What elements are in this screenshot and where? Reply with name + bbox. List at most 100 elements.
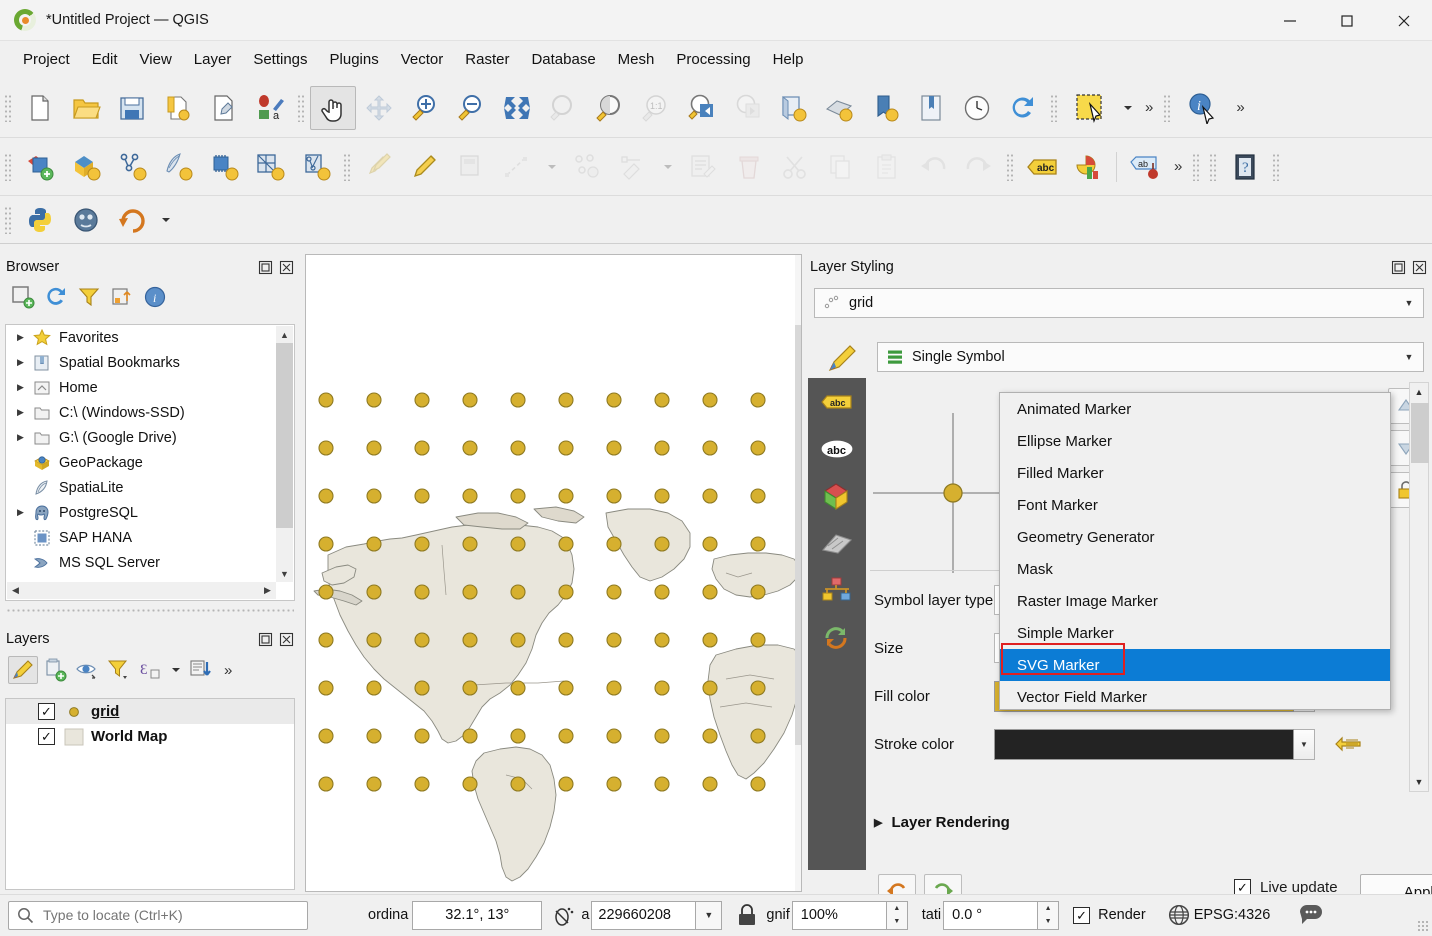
spin-up-icon[interactable]: ▲ (887, 902, 907, 916)
browser-item-home[interactable]: ▶ Home (6, 375, 294, 400)
browser-item-spatialite[interactable]: SpatiaLite (6, 475, 294, 500)
vertex-tool-dropdown-icon[interactable] (656, 145, 680, 189)
dropdown-item-filled-marker[interactable]: Filled Marker (1000, 457, 1390, 489)
browser-item-mssql[interactable]: MS SQL Server (6, 550, 294, 575)
menu-help[interactable]: Help (762, 47, 815, 72)
rotation-spinner[interactable]: ▲▼ (1038, 901, 1059, 930)
new-report-icon[interactable] (908, 86, 954, 130)
add-delimited-text-icon[interactable] (201, 145, 247, 189)
temporal-controller-icon[interactable] (954, 86, 1000, 130)
toolbar-grip[interactable] (1209, 153, 1218, 181)
menu-project[interactable]: Project (12, 47, 81, 72)
zoom-full-icon[interactable] (494, 86, 540, 130)
menu-raster[interactable]: Raster (454, 47, 520, 72)
chevron-down-icon[interactable]: ▼ (1395, 289, 1423, 317)
toggle-editing-icon[interactable] (402, 145, 448, 189)
renderer-combo[interactable]: Single Symbol ▼ (877, 342, 1424, 372)
toolbar-grip[interactable] (1272, 153, 1281, 181)
scale-dropdown-icon[interactable]: ▼ (696, 901, 722, 930)
zoom-in-icon[interactable] (402, 86, 448, 130)
map-canvas[interactable] (305, 254, 802, 892)
style-manager-icon[interactable]: a (247, 86, 293, 130)
cut-features-icon[interactable] (772, 145, 818, 189)
pin-labels-icon[interactable]: ab (1122, 145, 1168, 189)
refresh-icon[interactable] (41, 283, 71, 311)
symbol-layer-type-dropdown[interactable]: Animated Marker Ellipse Marker Filled Ma… (999, 392, 1391, 710)
expression-dropdown-icon[interactable] (168, 656, 184, 684)
save-project-as-icon[interactable] (155, 86, 201, 130)
layer-row-world-map[interactable]: ✓ World Map (6, 724, 294, 749)
paste-features-icon[interactable] (864, 145, 910, 189)
add-point-icon[interactable] (564, 145, 610, 189)
scroll-up-button[interactable]: ▲ (276, 326, 293, 343)
help-icon[interactable]: ? (1222, 145, 1268, 189)
styling-scrollbar[interactable]: ▲ ▼ (1409, 382, 1429, 792)
select-features-icon[interactable] (1063, 86, 1117, 130)
select-dropdown-icon[interactable] (1117, 86, 1139, 130)
float-icon[interactable] (257, 259, 274, 276)
scale-field[interactable]: 229660208 (591, 901, 696, 930)
styling-icon[interactable] (808, 566, 866, 613)
menu-view[interactable]: View (129, 47, 183, 72)
pan-to-selection-icon[interactable] (356, 86, 402, 130)
new-map-view-icon[interactable] (770, 86, 816, 130)
label-icon[interactable]: abc (1019, 145, 1065, 189)
toolbar-grip[interactable] (1050, 94, 1059, 122)
scroll-down-button[interactable]: ▼ (1410, 773, 1428, 791)
layers-toolbar-overflow-icon[interactable]: » (218, 662, 238, 679)
map-vertical-scrollbar[interactable] (795, 255, 801, 891)
python-console-icon[interactable] (17, 198, 63, 242)
delete-selected-icon[interactable] (726, 145, 772, 189)
magnifier-field[interactable]: 100% (792, 901, 887, 930)
open-project-icon[interactable] (63, 86, 109, 130)
save-project-icon[interactable] (109, 86, 155, 130)
zoom-native-icon[interactable]: 1:1 (632, 86, 678, 130)
dropdown-item-svg-marker[interactable]: SVG Marker (1000, 649, 1390, 681)
menu-edit[interactable]: Edit (81, 47, 129, 72)
add-mesh-layer-icon[interactable] (155, 145, 201, 189)
close-icon[interactable] (278, 631, 295, 648)
spin-up-icon[interactable]: ▲ (1038, 902, 1058, 916)
render-checkbox[interactable]: ✓ (1073, 907, 1090, 924)
labels-icon[interactable]: abc (808, 378, 866, 425)
stroke-color-dropdown-icon[interactable]: ▼ (1294, 729, 1315, 760)
float-icon[interactable] (1390, 259, 1407, 276)
toolbar-overflow2-icon[interactable]: » (1230, 99, 1250, 116)
spin-down-icon[interactable]: ▼ (887, 915, 907, 929)
browser-item-sap-hana[interactable]: SAP HANA (6, 525, 294, 550)
locator-search[interactable] (8, 901, 308, 930)
filter-legend-icon[interactable] (104, 656, 134, 684)
browser-horizontal-scrollbar[interactable]: ◀ ▶ (7, 582, 276, 599)
identify-features-icon[interactable]: i (1176, 86, 1230, 130)
layer-selector-combo[interactable]: grid ▼ (814, 288, 1424, 318)
undo-icon[interactable] (910, 145, 956, 189)
crs-label[interactable]: EPSG:4326 (1194, 907, 1271, 923)
menu-mesh[interactable]: Mesh (607, 47, 666, 72)
save-layer-edits-icon[interactable] (448, 145, 494, 189)
add-layer-icon[interactable] (8, 283, 38, 311)
new-3d-map-view-icon[interactable] (816, 86, 862, 130)
refresh-icon[interactable] (1000, 86, 1046, 130)
menu-vector[interactable]: Vector (390, 47, 455, 72)
browser-tree[interactable]: ▶ Favorites ▶ Spatial Bookmarks ▶ Home (5, 324, 295, 601)
spin-down-icon[interactable]: ▼ (1038, 915, 1058, 929)
browser-vertical-scrollbar[interactable]: ▲ ▼ (276, 326, 293, 582)
masks-icon[interactable]: abc (808, 425, 866, 472)
expression-filter-icon[interactable]: Ɛ (136, 656, 166, 684)
expand-all-icon[interactable] (186, 656, 216, 684)
zoom-next-icon[interactable] (724, 86, 770, 130)
float-icon[interactable] (257, 631, 274, 648)
stroke-color-data-defined-icon[interactable] (1331, 731, 1365, 757)
processing-dropdown-icon[interactable] (155, 198, 177, 242)
close-icon[interactable] (1411, 259, 1428, 276)
zoom-to-selection-icon[interactable] (540, 86, 586, 130)
scroll-up-button[interactable]: ▲ (1410, 383, 1428, 401)
toolbar-grip[interactable] (4, 153, 13, 181)
undo-redo-icon[interactable] (808, 613, 866, 660)
dropdown-item-vector-field-marker[interactable]: Vector Field Marker (1000, 681, 1390, 713)
close-button[interactable] (1375, 0, 1432, 41)
chevron-down-icon[interactable]: ▼ (1395, 343, 1423, 371)
expand-arrow-icon[interactable]: ▶ (12, 332, 29, 343)
zoom-last-icon[interactable] (678, 86, 724, 130)
current-edits-icon[interactable] (356, 145, 402, 189)
